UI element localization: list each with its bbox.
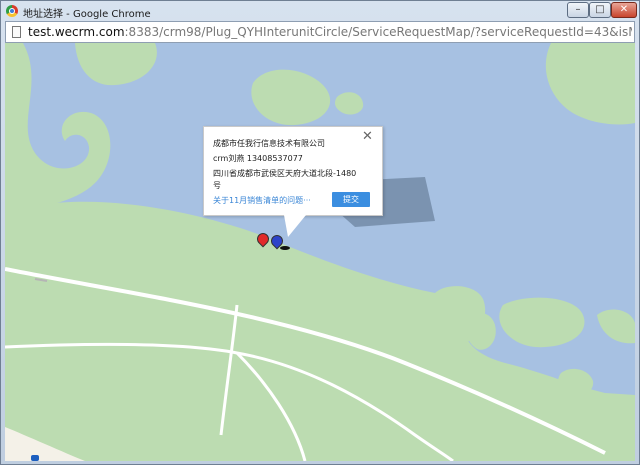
company-name: 成都市任我行信息技术有限公司 — [213, 139, 325, 148]
service-request-link[interactable]: 关于11月销售清单的问题··· — [213, 195, 311, 206]
maximize-button[interactable]: □ — [589, 2, 611, 18]
map-logo-icon — [31, 455, 39, 461]
address-line-1: 四川省成都市武侯区天府大道北段-1480 — [213, 169, 357, 178]
address-bar[interactable]: test.wecrm.com:8383/crm98/Plug_QYHInteru… — [5, 21, 635, 43]
url-path: :8383/crm98/Plug_QYHInterunitCircle/Serv… — [124, 25, 632, 39]
address-line-2: 号 — [213, 181, 221, 190]
info-window-tail — [284, 215, 306, 237]
url-host: test.wecrm.com — [28, 25, 125, 39]
marker-shadow — [280, 246, 290, 250]
chrome-icon — [6, 5, 18, 17]
close-icon[interactable]: ✕ — [362, 129, 373, 144]
contact-line: crm刘燕 13408537077 — [213, 154, 303, 163]
close-window-button[interactable]: ✕ — [611, 2, 637, 18]
browser-window: 地址选择 - Google Chrome – □ ✕ test.wecrm.co… — [0, 0, 640, 465]
map-viewport[interactable]: ✕ 成都市任我行信息技术有限公司 crm刘燕 13408537077 四川省成都… — [5, 43, 635, 461]
title-bar: 地址选择 - Google Chrome – □ ✕ — [1, 1, 639, 21]
info-window: ✕ 成都市任我行信息技术有限公司 crm刘燕 13408537077 四川省成都… — [203, 126, 383, 237]
map-canvas[interactable] — [5, 43, 635, 461]
page-icon — [12, 26, 21, 38]
minimize-button[interactable]: – — [567, 2, 589, 18]
window-title: 地址选择 - Google Chrome — [23, 9, 151, 20]
url-text[interactable]: test.wecrm.com:8383/crm98/Plug_QYHInteru… — [28, 25, 632, 39]
submit-button[interactable]: 提交 — [332, 192, 370, 207]
